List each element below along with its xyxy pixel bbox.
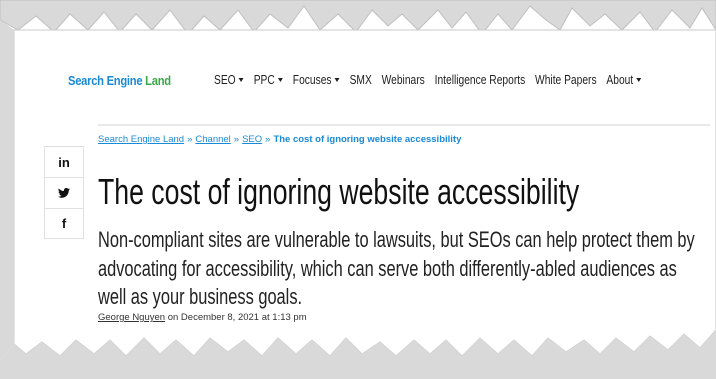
breadcrumb-current: The cost of ignoring website accessibili… — [273, 134, 462, 145]
nav-item-webinars[interactable]: Webinars — [381, 73, 424, 87]
nav-item-label: SEO — [213, 73, 236, 87]
breadcrumb-separator: » — [187, 134, 193, 145]
share-buttons: in f — [44, 146, 84, 239]
nav-item-ppc[interactable]: PPC — [253, 73, 283, 87]
site-logo-accent: Land — [145, 72, 171, 88]
nav-item-seo[interactable]: SEO — [214, 73, 244, 87]
breadcrumb-separator: » — [265, 134, 271, 145]
nav-item-smx[interactable]: SMX — [349, 73, 371, 87]
twitter-icon — [58, 188, 70, 198]
nav-item-label: SMX — [349, 73, 372, 87]
author-link[interactable]: George Nguyen — [98, 312, 165, 323]
breadcrumb: Search Engine Land» Channel» SEO» The cost … — [98, 134, 461, 145]
linkedin-share-button[interactable]: in — [44, 146, 84, 177]
top-navigation: Search Engine Land SEO PPC Focuses SMX W… — [68, 70, 716, 90]
nav-item-label: Webinars — [381, 73, 425, 87]
article-title: The cost of ignoring website accessibili… — [98, 171, 580, 212]
site-logo-primary: Search Engine — [68, 72, 143, 88]
breadcrumb-link-channel[interactable]: Channel — [195, 134, 230, 145]
nav-item-label: About — [606, 73, 633, 87]
chevron-down-icon — [636, 78, 641, 82]
twitter-share-button[interactable] — [44, 177, 84, 208]
chevron-down-icon — [238, 78, 244, 82]
header-divider — [98, 124, 710, 126]
site-logo[interactable]: Search Engine Land — [68, 73, 171, 88]
nav-item-about[interactable]: About — [606, 73, 641, 87]
nav-item-label: Focuses — [292, 73, 332, 87]
publish-date: on December 8, 2021 at 1:13 pm — [167, 312, 307, 323]
nav-item-label: PPC — [253, 73, 275, 87]
article-byline: George Nguyen on December 8, 2021 at 1:1… — [98, 312, 307, 323]
chevron-down-icon — [277, 78, 283, 82]
nav-item-intelligence-reports[interactable]: Intelligence Reports — [434, 73, 525, 87]
article-page: Search Engine Land SEO PPC Focuses SMX W… — [0, 0, 716, 379]
nav-item-white-papers[interactable]: White Papers — [535, 73, 597, 87]
nav-item-label: Intelligence Reports — [434, 73, 525, 87]
facebook-share-button[interactable]: f — [44, 208, 84, 239]
article-subtitle: Non-compliant sites are vulnerable to la… — [98, 227, 695, 309]
breadcrumb-separator: » — [233, 134, 240, 145]
nav-menu: SEO PPC Focuses SMX Webinars Intelligenc… — [214, 73, 651, 87]
chevron-down-icon — [334, 78, 340, 82]
breadcrumb-link-home[interactable]: Search Engine Land — [98, 134, 184, 145]
facebook-icon: f — [61, 216, 67, 231]
nav-item-label: White Papers — [534, 73, 597, 87]
nav-item-focuses[interactable]: Focuses — [292, 73, 340, 87]
screenshot-stage: Search Engine Land SEO PPC Focuses SMX W… — [0, 0, 716, 379]
linkedin-icon: in — [58, 154, 70, 170]
breadcrumb-link-seo[interactable]: SEO — [242, 134, 262, 145]
